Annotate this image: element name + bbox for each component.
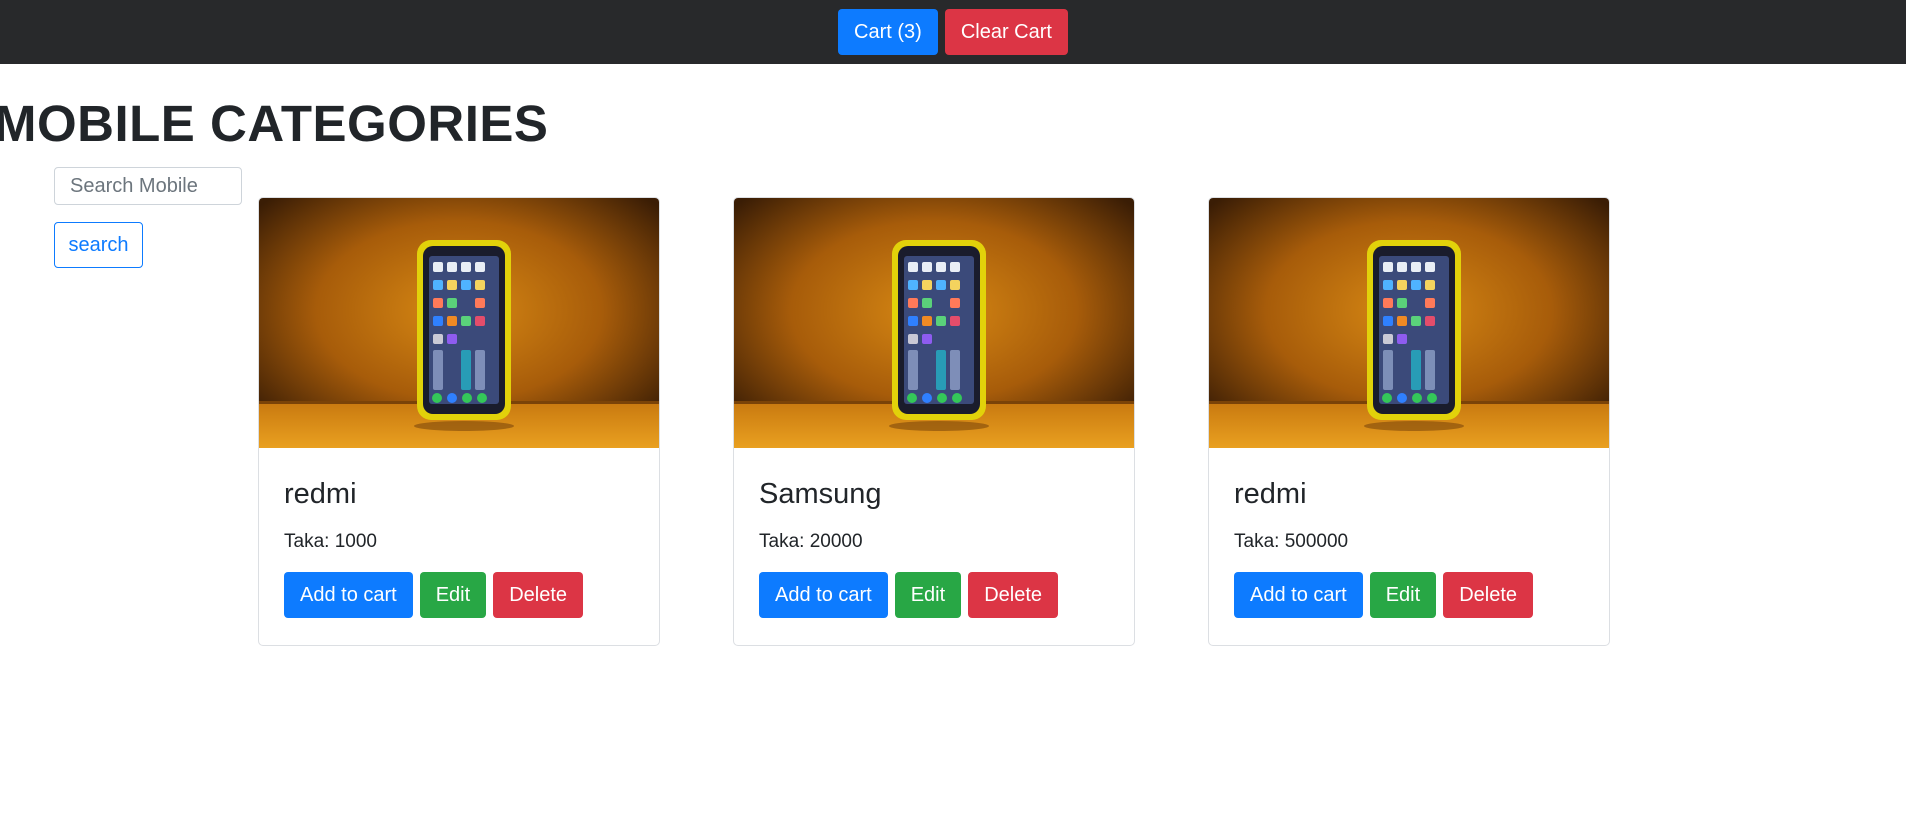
product-card: redmi Taka: 1000 Add to cart Edit Delete [258,197,660,646]
product-name: Samsung [759,478,882,510]
delete-button[interactable]: Delete [493,572,583,618]
search-button[interactable]: search [54,222,143,268]
product-name: redmi [1234,478,1307,510]
edit-button[interactable]: Edit [894,572,962,618]
add-to-cart-button[interactable]: Add to cart [1234,572,1363,618]
edit-button[interactable]: Edit [1369,572,1437,618]
product-price: Taka: 1000 [284,531,377,552]
product-name: redmi [284,478,357,510]
page-title: MOBILE CATEGORIES [0,95,549,152]
edit-button[interactable]: Edit [419,572,487,618]
product-card: Samsung Taka: 20000 Add to cart Edit Del… [733,197,1135,646]
add-to-cart-button[interactable]: Add to cart [759,572,888,618]
add-to-cart-button[interactable]: Add to cart [284,572,413,618]
product-price: Taka: 500000 [1234,531,1349,552]
search-input[interactable] [54,167,242,205]
product-image [1209,198,1609,448]
cart-button[interactable]: Cart (3) [838,9,938,55]
product-card: redmi Taka: 500000 Add to cart Edit Dele… [1208,197,1610,646]
product-image [259,198,659,448]
product-price: Taka: 20000 [759,531,863,552]
delete-button[interactable]: Delete [968,572,1058,618]
top-navbar: Cart (3) Clear Cart [0,0,1906,64]
product-image [734,198,1134,448]
clear-cart-button[interactable]: Clear Cart [944,9,1068,55]
delete-button[interactable]: Delete [1443,572,1533,618]
